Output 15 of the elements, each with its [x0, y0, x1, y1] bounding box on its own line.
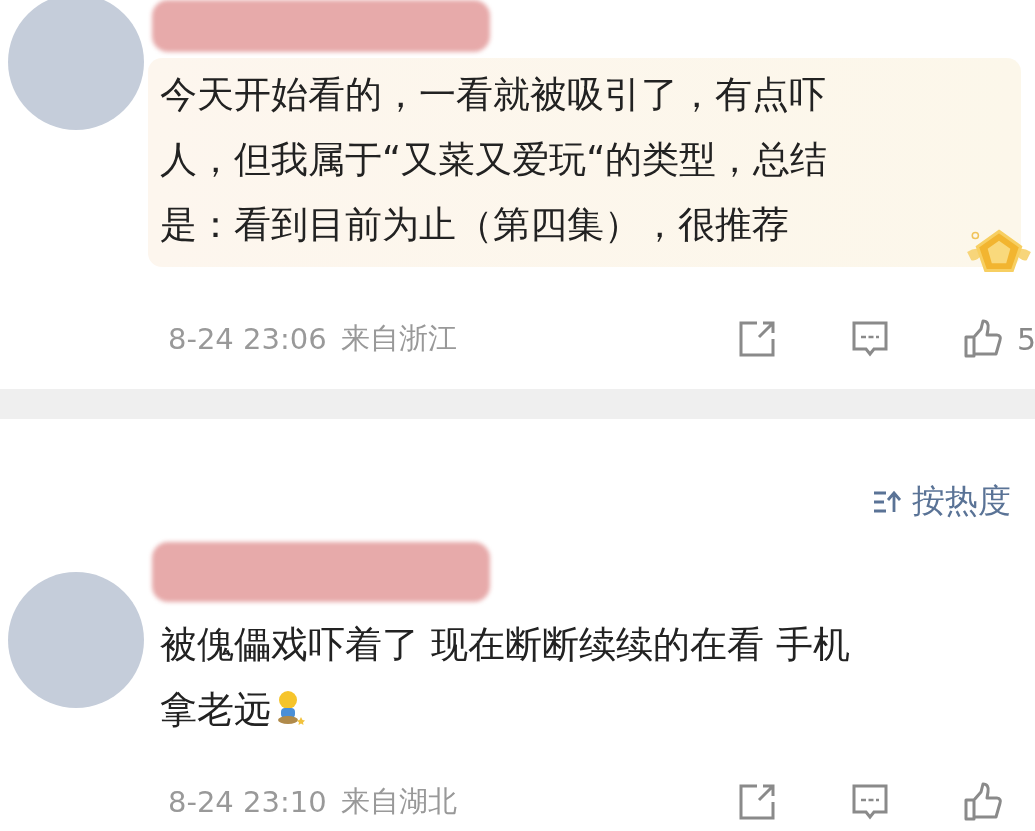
- comment-icon[interactable]: [850, 319, 890, 359]
- comment-text: 今天开始看的，一看就被吸引了，有点吓 人，但我属于“又菜又爱玩“的类型，总结 是：看到目前为止（第四集），很推荐: [160, 72, 829, 248]
- comment-time: 8-24 23:06: [168, 322, 327, 356]
- thumbs-up-icon[interactable]: [963, 782, 1003, 822]
- sort-icon: [872, 489, 902, 514]
- comment-time: 8-24 23:10: [168, 785, 327, 819]
- sort-button[interactable]: 按热度: [872, 479, 1011, 524]
- comment-location: 来自浙江: [340, 320, 457, 357]
- like-count: 5: [1017, 321, 1035, 357]
- share-icon[interactable]: [737, 782, 777, 822]
- share-icon[interactable]: [737, 319, 777, 359]
- comment-icon[interactable]: [850, 782, 890, 822]
- comment-text: 被傀儡戏吓着了 现在断断续续的在看 手机 拿老远: [160, 622, 851, 733]
- thumbs-up-icon[interactable]: [963, 319, 1003, 359]
- comment-location: 来自湖北: [340, 783, 457, 820]
